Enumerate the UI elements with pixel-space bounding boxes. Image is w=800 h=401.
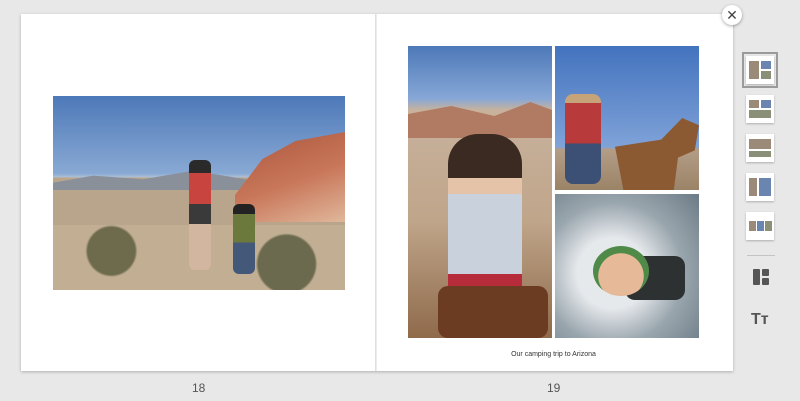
page-caption[interactable]: Our camping trip to Arizona [408, 351, 699, 358]
saddle [438, 286, 548, 338]
layout-thumbnail-5[interactable] [746, 212, 774, 240]
distant-hills [53, 170, 253, 190]
thumb-photo [749, 221, 756, 231]
close-button[interactable]: ✕ [722, 5, 742, 25]
thumb-photo [749, 139, 771, 149]
desert-hike-photo[interactable] [53, 96, 345, 290]
hiking-adult [189, 160, 211, 270]
thumb-photo [749, 100, 759, 108]
thumb-photo [761, 61, 771, 69]
photo-book-spread: Our camping trip to Arizona [21, 14, 733, 371]
hiking-child [233, 204, 255, 274]
rider [565, 94, 601, 184]
thumb-photo [749, 178, 757, 196]
woman-on-horse-photo[interactable] [408, 46, 552, 338]
sidebar-divider [747, 255, 775, 256]
child-in-tent-photo[interactable] [555, 194, 699, 338]
thumb-photo [761, 71, 771, 79]
layout-thumbnail-2[interactable] [746, 95, 774, 123]
thumb-photo [757, 221, 764, 231]
layout-icon[interactable] [752, 268, 770, 286]
thumb-photo [749, 110, 771, 118]
layout-thumbnail-1[interactable] [742, 52, 778, 88]
horse [615, 118, 699, 190]
thumb-photo [759, 178, 771, 196]
thumb-photo [749, 151, 771, 157]
close-icon: ✕ [726, 7, 738, 23]
thumb-photo [761, 100, 771, 108]
child-face [593, 246, 649, 296]
book-spine [375, 14, 377, 371]
text-size-icon[interactable]: Tт [751, 311, 769, 329]
canyon-hill [408, 102, 552, 138]
right-page-number: 19 [547, 381, 561, 395]
layout-thumbnail-3[interactable] [746, 134, 774, 162]
rider-waving-hat-photo[interactable] [555, 46, 699, 190]
layout-thumbnail-4[interactable] [746, 173, 774, 201]
thumb-photo [765, 221, 772, 231]
left-page-number: 18 [192, 381, 206, 395]
thumb-photo [749, 61, 759, 79]
